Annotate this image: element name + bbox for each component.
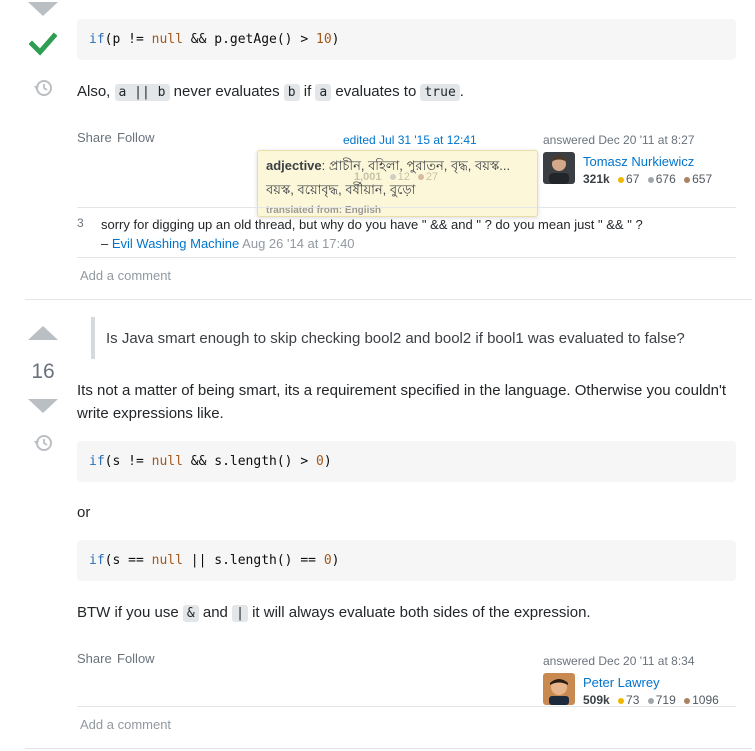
avatar[interactable] <box>543 152 575 184</box>
user-name-link[interactable]: Peter Lawrey <box>583 675 660 690</box>
comment-score: 3 <box>77 216 84 230</box>
silver-badge-icon <box>647 697 654 704</box>
add-comment-link[interactable]: Add a comment <box>80 268 171 283</box>
follow-link[interactable]: Follow <box>117 130 155 145</box>
inline-code: | <box>232 605 248 622</box>
arrow-down-icon <box>28 399 58 413</box>
answered-timestamp: answered Dec 20 '11 at 8:34 <box>543 654 695 668</box>
comment-user-link[interactable]: Evil Washing Machine <box>112 236 239 251</box>
answer-divider <box>25 299 752 300</box>
history-icon[interactable] <box>33 433 53 453</box>
inline-code: & <box>182 605 199 622</box>
answer-paragraph: BTW if you use & and | it will always ev… <box>77 604 591 622</box>
user-name-link[interactable]: Tomasz Nurkiewicz <box>583 154 694 169</box>
code-line: if(p != null && p.getAge() > 10) <box>89 32 340 47</box>
downvote-button-answer1[interactable] <box>27 0 59 18</box>
downvote-button[interactable] <box>27 397 59 415</box>
reputation: 321k 67 676 657 <box>583 172 713 186</box>
arrow-up-icon <box>28 326 58 340</box>
tooltip-ghost-rep: 1,001 12 27 <box>354 171 439 183</box>
inline-code: a <box>315 84 332 101</box>
code-block: if(p != null && p.getAge() > 10) <box>77 19 736 60</box>
code-line: if(s != null && s.length() > 0) <box>89 454 332 469</box>
edited-link[interactable]: edited Jul 31 '15 at 12:41 <box>343 133 477 147</box>
add-comment-link[interactable]: Add a comment <box>80 717 171 732</box>
blockquote-text: Is Java smart enough to skip checking bo… <box>106 330 685 347</box>
vote-count: 16 <box>31 360 55 383</box>
comment-text: sorry for digging up an old thread, but … <box>101 217 643 232</box>
share-link[interactable]: Share <box>77 651 112 666</box>
history-icon[interactable] <box>33 78 53 98</box>
blockquote-bar <box>91 317 95 359</box>
gold-badge-icon <box>618 176 625 183</box>
comments-top-divider <box>77 706 736 707</box>
comments-bottom-divider <box>77 257 736 258</box>
code-block: if(s != null && s.length() > 0) <box>77 441 736 482</box>
answer-divider <box>25 748 752 749</box>
avatar[interactable] <box>543 673 575 705</box>
or-text: or <box>77 504 91 521</box>
tooltip-line2: বয়স্ক, বয়োবৃদ্ধ, বর্ষীয়ান, বুড়ো <box>266 182 416 197</box>
comments-top-divider <box>77 207 736 208</box>
code-block: if(s == null || s.length() == 0) <box>77 540 736 581</box>
answer-paragraph: Its not a matter of being smart, its a r… <box>77 382 727 422</box>
inline-code: a || b <box>114 84 170 101</box>
reputation: 509k 73 719 1096 <box>583 693 719 707</box>
follow-link[interactable]: Follow <box>117 651 155 666</box>
arrow-down-icon <box>28 2 58 16</box>
inline-code: true <box>420 84 460 101</box>
accepted-checkmark-icon[interactable] <box>28 31 58 57</box>
comment-date: Aug 26 '14 at 17:40 <box>242 236 355 251</box>
share-link[interactable]: Share <box>77 130 112 145</box>
bronze-badge-icon <box>684 697 691 704</box>
answer-paragraph: Also, a || b never evaluates b if a eval… <box>77 83 464 101</box>
silver-badge-icon <box>647 176 654 183</box>
inline-code: b <box>283 84 300 101</box>
upvote-button[interactable] <box>27 324 59 342</box>
bronze-badge-icon <box>684 176 691 183</box>
gold-badge-icon <box>618 697 625 704</box>
comment-body: sorry for digging up an old thread, but … <box>101 217 643 251</box>
answered-timestamp: answered Dec 20 '11 at 8:27 <box>543 133 695 147</box>
tooltip-pos: adjective <box>266 158 322 173</box>
code-line: if(s == null || s.length() == 0) <box>89 553 340 568</box>
